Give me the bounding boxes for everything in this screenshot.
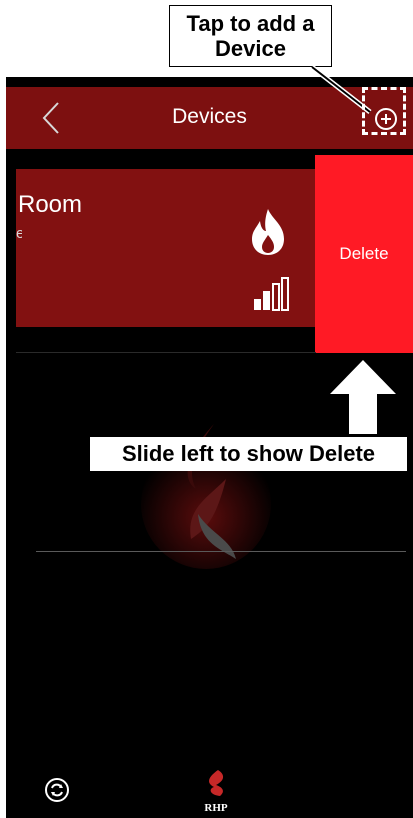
rhp-logo [209, 770, 224, 796]
page-title: Devices [172, 105, 247, 128]
delete-button[interactable]: Delete [315, 155, 413, 353]
callout-line-1: Tap to add a [186, 11, 315, 36]
device-name: Room [18, 191, 83, 218]
header-bar: Devices [6, 87, 413, 149]
device-subtitle: e [16, 225, 22, 242]
brand-logo: RHP [196, 769, 236, 814]
arrow-up-icon [330, 360, 396, 434]
device-card[interactable]: Room e [16, 169, 316, 327]
add-device-callout: Tap to add a Device [169, 5, 332, 67]
flame-icon [252, 209, 284, 255]
callout-line-2: Device [215, 36, 286, 61]
brand-logo-text: RHP [204, 802, 228, 814]
slide-hint-callout: Slide left to show Delete [90, 437, 407, 471]
refresh-icon[interactable] [44, 777, 70, 803]
add-button-highlight [362, 87, 406, 135]
divider [16, 352, 316, 353]
divider [36, 551, 406, 552]
flame-watermark-logo [141, 424, 271, 569]
signal-bars-icon [254, 277, 289, 311]
